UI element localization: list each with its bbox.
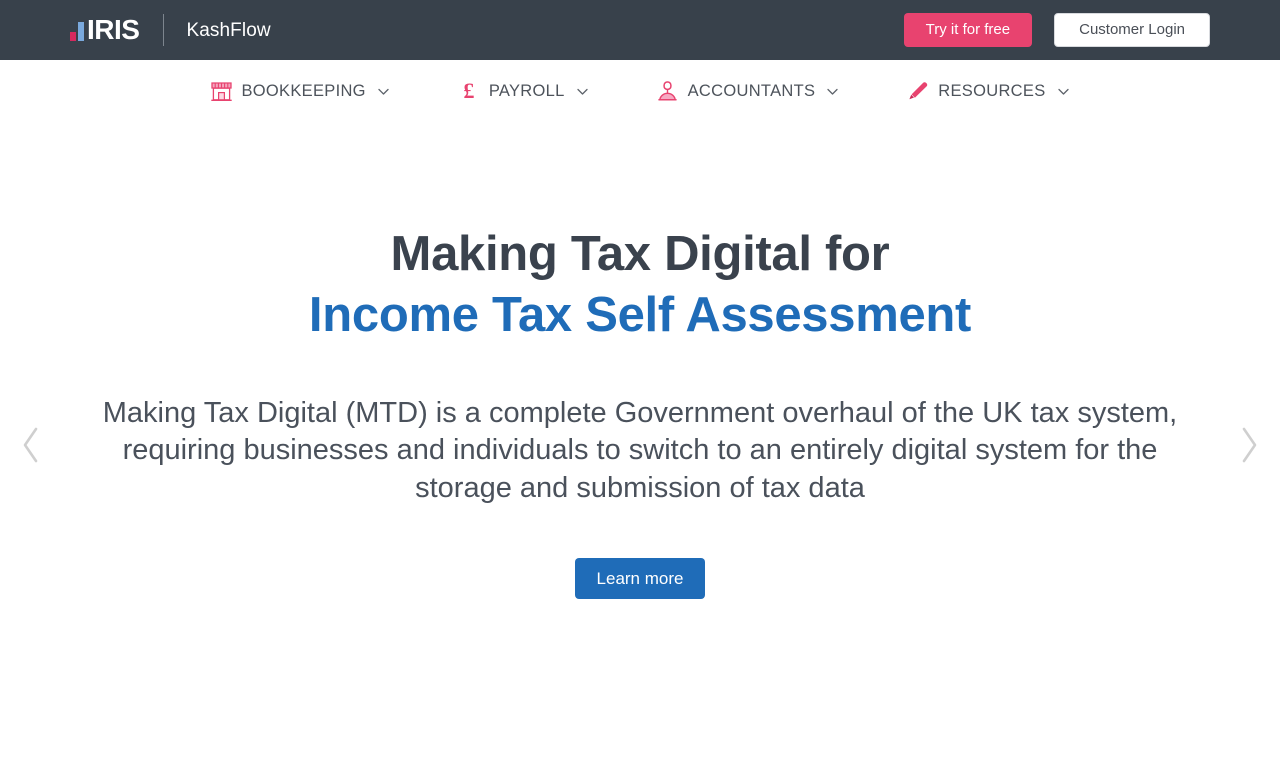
chevron-left-icon: [20, 426, 42, 464]
iris-logo-mark-icon: [70, 19, 84, 41]
nav-item-resources[interactable]: RESOURCES: [873, 60, 1103, 122]
nav-label-accountants: ACCOUNTANTS: [687, 81, 816, 100]
logo-divider: [163, 14, 165, 46]
accountant-person-icon: [657, 80, 679, 102]
topbar-actions: Try it for free Customer Login: [903, 13, 1210, 47]
pencil-icon: [907, 80, 929, 102]
hero-carousel: Making Tax Digital for Income Tax Self A…: [0, 122, 1280, 768]
nav-item-accountants[interactable]: ACCOUNTANTS: [623, 60, 874, 122]
logo-bar-red-icon: [70, 32, 76, 41]
chevron-down-icon: [1057, 85, 1070, 98]
customer-login-button[interactable]: Customer Login: [1054, 13, 1210, 47]
nav-label-payroll: PAYROLL: [488, 81, 565, 100]
carousel-next-button[interactable]: [1228, 419, 1270, 471]
chevron-down-icon: [826, 85, 839, 98]
hero-title-line2: Income Tax Self Assessment: [308, 288, 972, 343]
nav-label-bookkeeping: BOOKKEEPING: [241, 81, 366, 100]
hero-content: Making Tax Digital for Income Tax Self A…: [80, 122, 1200, 599]
chevron-down-icon: [576, 85, 589, 98]
nav-item-bookkeeping[interactable]: BOOKKEEPING: [176, 60, 423, 122]
logo-secondary-text: KashFlow: [186, 19, 271, 41]
chevron-down-icon: [377, 85, 390, 98]
hero-title-line1: Making Tax Digital for: [390, 227, 890, 281]
shop-icon: [210, 80, 232, 102]
nav-item-payroll[interactable]: £ PAYROLL: [424, 60, 623, 122]
chevron-right-icon: [1238, 426, 1260, 464]
carousel-prev-button[interactable]: [10, 419, 52, 471]
hero-cta-wrapper: Learn more: [80, 557, 1200, 599]
logo-bar-blue-icon: [78, 22, 84, 41]
learn-more-button[interactable]: Learn more: [574, 557, 706, 599]
nav-label-resources: RESOURCES: [938, 81, 1046, 100]
try-it-for-free-button[interactable]: Try it for free: [903, 13, 1033, 47]
main-navigation: BOOKKEEPING £ PAYROLL ACCOUNTANTS RESOUR…: [0, 60, 1280, 122]
logo-primary-text: IRIS: [87, 14, 140, 45]
top-utility-bar: IRIS KashFlow Try it for free Customer L…: [0, 0, 1280, 60]
hero-description: Making Tax Digital (MTD) is a complete G…: [102, 396, 1178, 504]
site-logo[interactable]: IRIS KashFlow: [70, 0, 271, 60]
hero-title: Making Tax Digital for Income Tax Self A…: [80, 224, 1200, 347]
pound-icon: £: [463, 78, 475, 103]
